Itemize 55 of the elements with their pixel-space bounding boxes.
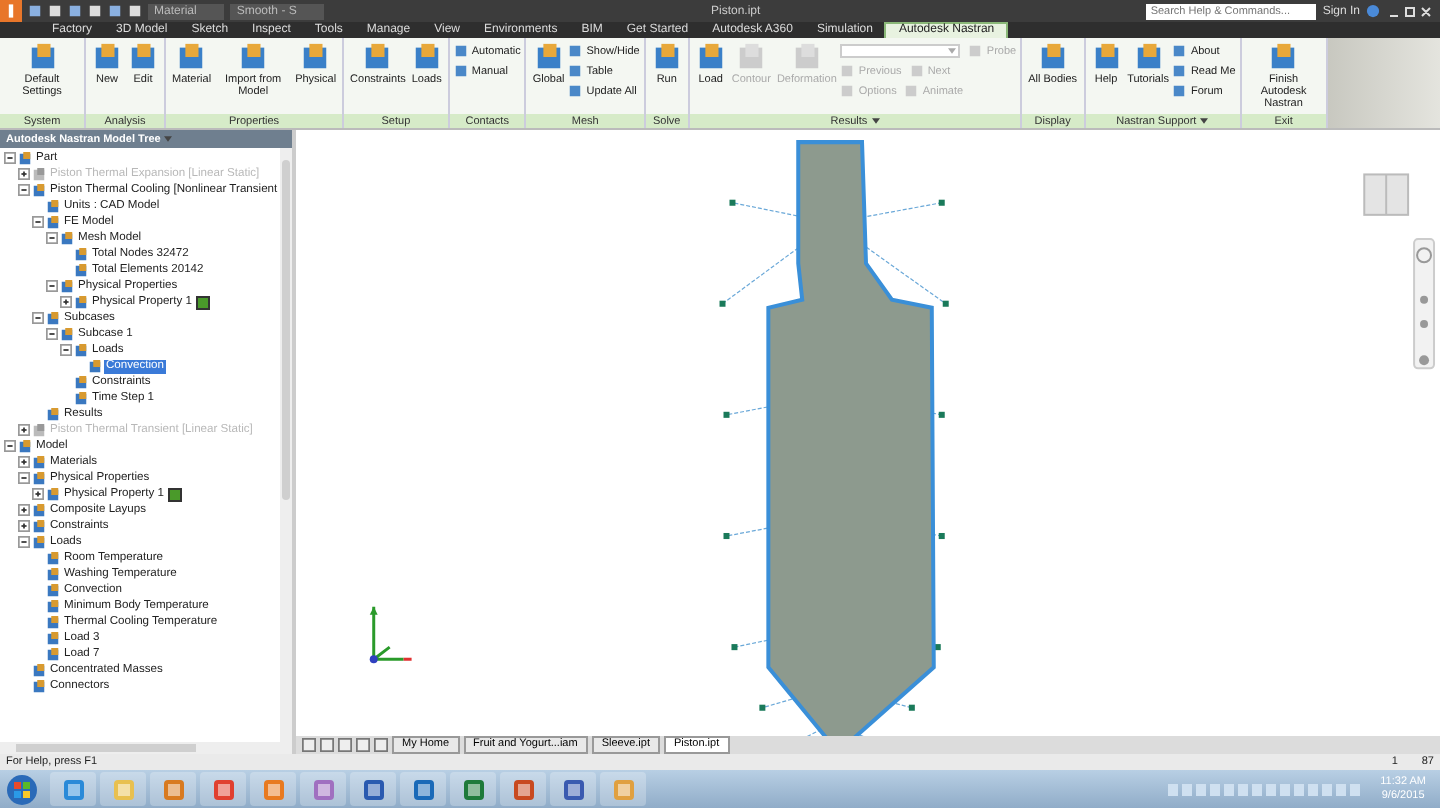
collapse-icon[interactable]	[32, 216, 44, 228]
collapse-icon[interactable]	[46, 280, 58, 292]
caret-icon	[948, 48, 957, 54]
tool-icon	[92, 42, 122, 72]
app-logo-icon[interactable]	[0, 0, 22, 22]
expand-icon[interactable]	[18, 456, 30, 468]
tool-icon	[27, 42, 57, 72]
scrollbar[interactable]	[0, 742, 292, 754]
tool-icon	[695, 42, 726, 72]
expand-icon[interactable]	[32, 488, 44, 500]
tool-icon	[1091, 42, 1122, 72]
collapse-icon[interactable]	[4, 152, 16, 164]
collapse-icon[interactable]	[18, 184, 30, 196]
collapse-icon[interactable]	[18, 536, 30, 548]
piston-model-drawing[interactable]	[766, 140, 936, 736]
collapse-icon[interactable]	[60, 344, 72, 356]
app-icon[interactable]	[561, 777, 585, 801]
tool-icon	[176, 42, 207, 72]
expand-icon[interactable]	[18, 520, 30, 532]
caret-icon	[871, 118, 880, 124]
tool-icon	[1268, 42, 1299, 72]
scrollbar[interactable]	[280, 148, 292, 742]
app-icon[interactable]	[61, 777, 85, 801]
tool-icon	[1133, 42, 1163, 72]
window-controls-icon[interactable]	[1386, 3, 1434, 19]
collapse-icon[interactable]	[4, 440, 16, 452]
help-icon[interactable]	[1366, 4, 1380, 18]
app-icon[interactable]	[311, 777, 335, 801]
caret-icon	[1200, 118, 1209, 124]
tool-icon	[238, 42, 269, 72]
collapse-icon[interactable]	[18, 472, 30, 484]
expand-icon[interactable]	[18, 504, 30, 516]
app-icon[interactable]	[411, 777, 435, 801]
tool-icon	[651, 42, 682, 72]
start-button-icon[interactable]	[6, 773, 38, 805]
caret-icon	[164, 136, 173, 142]
app-icon[interactable]	[211, 777, 235, 801]
collapse-icon[interactable]	[46, 328, 58, 340]
navigation-bar-icon[interactable]	[1413, 238, 1436, 370]
tool-icon	[533, 42, 564, 72]
axis-triad-icon	[369, 605, 412, 664]
tool-icon	[968, 44, 983, 58]
app-icon[interactable]	[511, 777, 535, 801]
collapse-icon[interactable]	[46, 232, 58, 244]
tool-icon	[736, 42, 767, 72]
tool-icon	[128, 42, 158, 72]
tool-icon	[300, 42, 331, 72]
app-icon[interactable]	[361, 777, 385, 801]
collapse-icon[interactable]	[32, 312, 44, 324]
tool-icon	[362, 42, 393, 72]
tool-icon	[411, 42, 442, 72]
tool-icon	[1037, 42, 1068, 72]
app-icon[interactable]	[461, 777, 485, 801]
tool-icon	[791, 42, 822, 72]
expand-icon[interactable]	[60, 296, 72, 308]
